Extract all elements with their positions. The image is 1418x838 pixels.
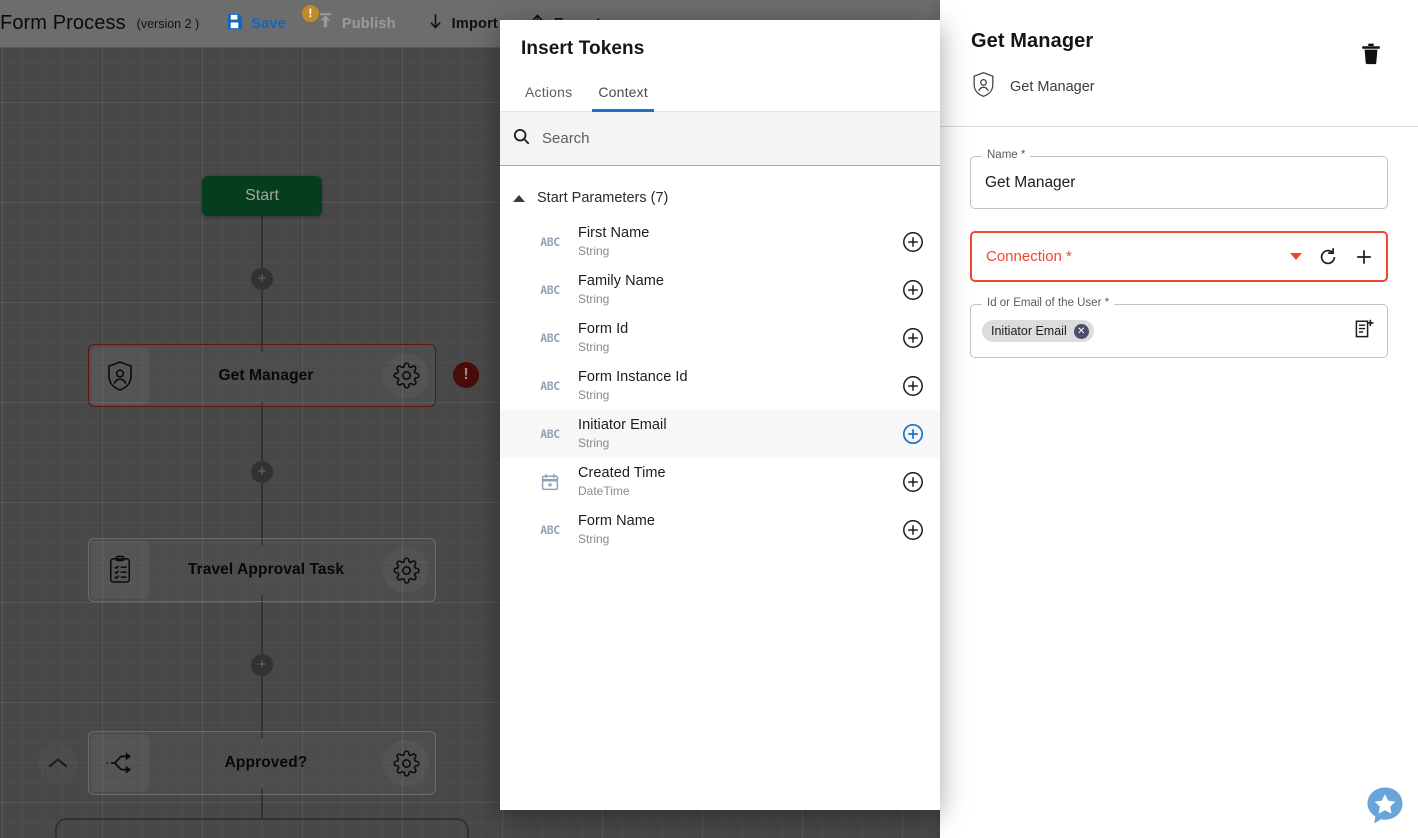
publish-button-label: Publish (341, 15, 396, 32)
token-search-bar[interactable]: Search (500, 112, 940, 166)
tab-actions[interactable]: Actions (512, 78, 585, 111)
search-input[interactable]: Search (542, 130, 590, 147)
connection-field[interactable]: Connection * (970, 231, 1388, 282)
calendar-icon (536, 473, 564, 491)
token-type: DateTime (578, 484, 630, 498)
page-title: Form Process (0, 12, 126, 34)
search-icon (512, 127, 531, 151)
feedback-button[interactable] (1364, 784, 1406, 826)
token-group-title: Start Parameters (7) (537, 190, 669, 206)
token-row-initiator-email[interactable]: ABC Initiator Email String (500, 410, 940, 458)
add-token-button[interactable] (900, 373, 926, 399)
user-id-email-field[interactable]: Id or Email of the User * Initiator Emai… (970, 297, 1388, 358)
tab-context[interactable]: Context (585, 78, 661, 112)
add-token-button[interactable] (900, 469, 926, 495)
token-name: Initiator Email (578, 417, 667, 433)
delete-icon[interactable] (1358, 40, 1384, 66)
token-row-form-instance-id[interactable]: ABC Form Instance Id String (500, 362, 940, 410)
abc-icon: ABC (540, 331, 560, 345)
token-row-first-name[interactable]: ABC First Name String (500, 218, 940, 266)
import-button[interactable]: Import (422, 6, 502, 42)
close-icon[interactable]: ✕ (1073, 323, 1089, 339)
add-token-button[interactable] (900, 325, 926, 351)
save-button-label: Save (251, 15, 286, 32)
token-type: String (578, 436, 610, 450)
import-button-label: Import (451, 15, 498, 32)
token-type: String (578, 388, 610, 402)
token-row-form-name[interactable]: ABC Form Name String (500, 506, 940, 554)
name-field[interactable]: Name * Get Manager (970, 149, 1388, 209)
insert-tokens-title: Insert Tokens (521, 38, 645, 59)
properties-subtitle-row: Get Manager (940, 53, 1418, 103)
token-row-created-time[interactable]: Created Time DateTime (500, 458, 940, 506)
add-token-button[interactable] (900, 229, 926, 255)
user-id-email-field-label: Id or Email of the User * (982, 297, 1115, 309)
add-connection-button[interactable] (1354, 247, 1374, 267)
abc-icon: ABC (540, 283, 560, 297)
add-token-button[interactable] (900, 421, 926, 447)
token-type: String (578, 532, 610, 546)
token-name: Created Time (578, 465, 666, 481)
add-token-button[interactable] (900, 517, 926, 543)
properties-divider (940, 126, 1418, 127)
abc-icon: ABC (540, 379, 560, 393)
chevron-down-icon[interactable] (1290, 253, 1302, 260)
abc-icon: ABC (540, 235, 560, 249)
name-field-value[interactable]: Get Manager (971, 174, 1075, 192)
publish-button[interactable]: ! Publish (301, 4, 400, 42)
token-name: Form Instance Id (578, 369, 688, 385)
properties-panel: Get Manager Get Manager Name * Get Manag… (940, 0, 1418, 838)
token-list: Start Parameters (7) ABC First Name Stri… (500, 166, 940, 810)
save-icon (225, 12, 244, 36)
refresh-icon[interactable] (1318, 247, 1338, 267)
token-chip-initiator-email[interactable]: Initiator Email ✕ (982, 320, 1094, 342)
token-type: String (578, 244, 610, 258)
properties-header: Get Manager (940, 0, 1418, 64)
token-row-family-name[interactable]: ABC Family Name String (500, 266, 940, 314)
publish-warning-badge: ! (301, 4, 319, 22)
name-field-label: Name * (982, 149, 1031, 161)
insert-token-icon[interactable] (1353, 318, 1375, 345)
token-row-form-id[interactable]: ABC Form Id String (500, 314, 940, 362)
app-root: Start + Get Manager ! + Travel Approval … (0, 0, 1418, 838)
token-name: Family Name (578, 273, 664, 289)
insert-tokens-tabs: Actions Context (500, 78, 940, 112)
connection-field-label: Connection * (986, 248, 1072, 265)
properties-subtitle: Get Manager (1010, 79, 1095, 95)
token-chip-label: Initiator Email (991, 324, 1067, 338)
save-button[interactable]: Save (221, 6, 290, 42)
properties-title: Get Manager (971, 30, 1094, 52)
shield-user-icon (971, 71, 996, 103)
token-name: First Name (578, 225, 650, 241)
abc-icon: ABC (540, 523, 560, 537)
token-type: String (578, 340, 610, 354)
add-token-button[interactable] (900, 277, 926, 303)
abc-icon: ABC (540, 427, 560, 441)
token-name: Form Name (578, 513, 655, 529)
insert-tokens-dialog: Insert Tokens Actions Context Search Sta… (500, 20, 940, 810)
import-arrow-down-icon (426, 12, 445, 36)
token-group-header-start-parameters[interactable]: Start Parameters (7) (500, 166, 940, 218)
chevron-up-icon (513, 194, 525, 202)
token-type: String (578, 292, 610, 306)
token-name: Form Id (578, 321, 629, 337)
version-label: (version 2 ) (136, 16, 200, 31)
